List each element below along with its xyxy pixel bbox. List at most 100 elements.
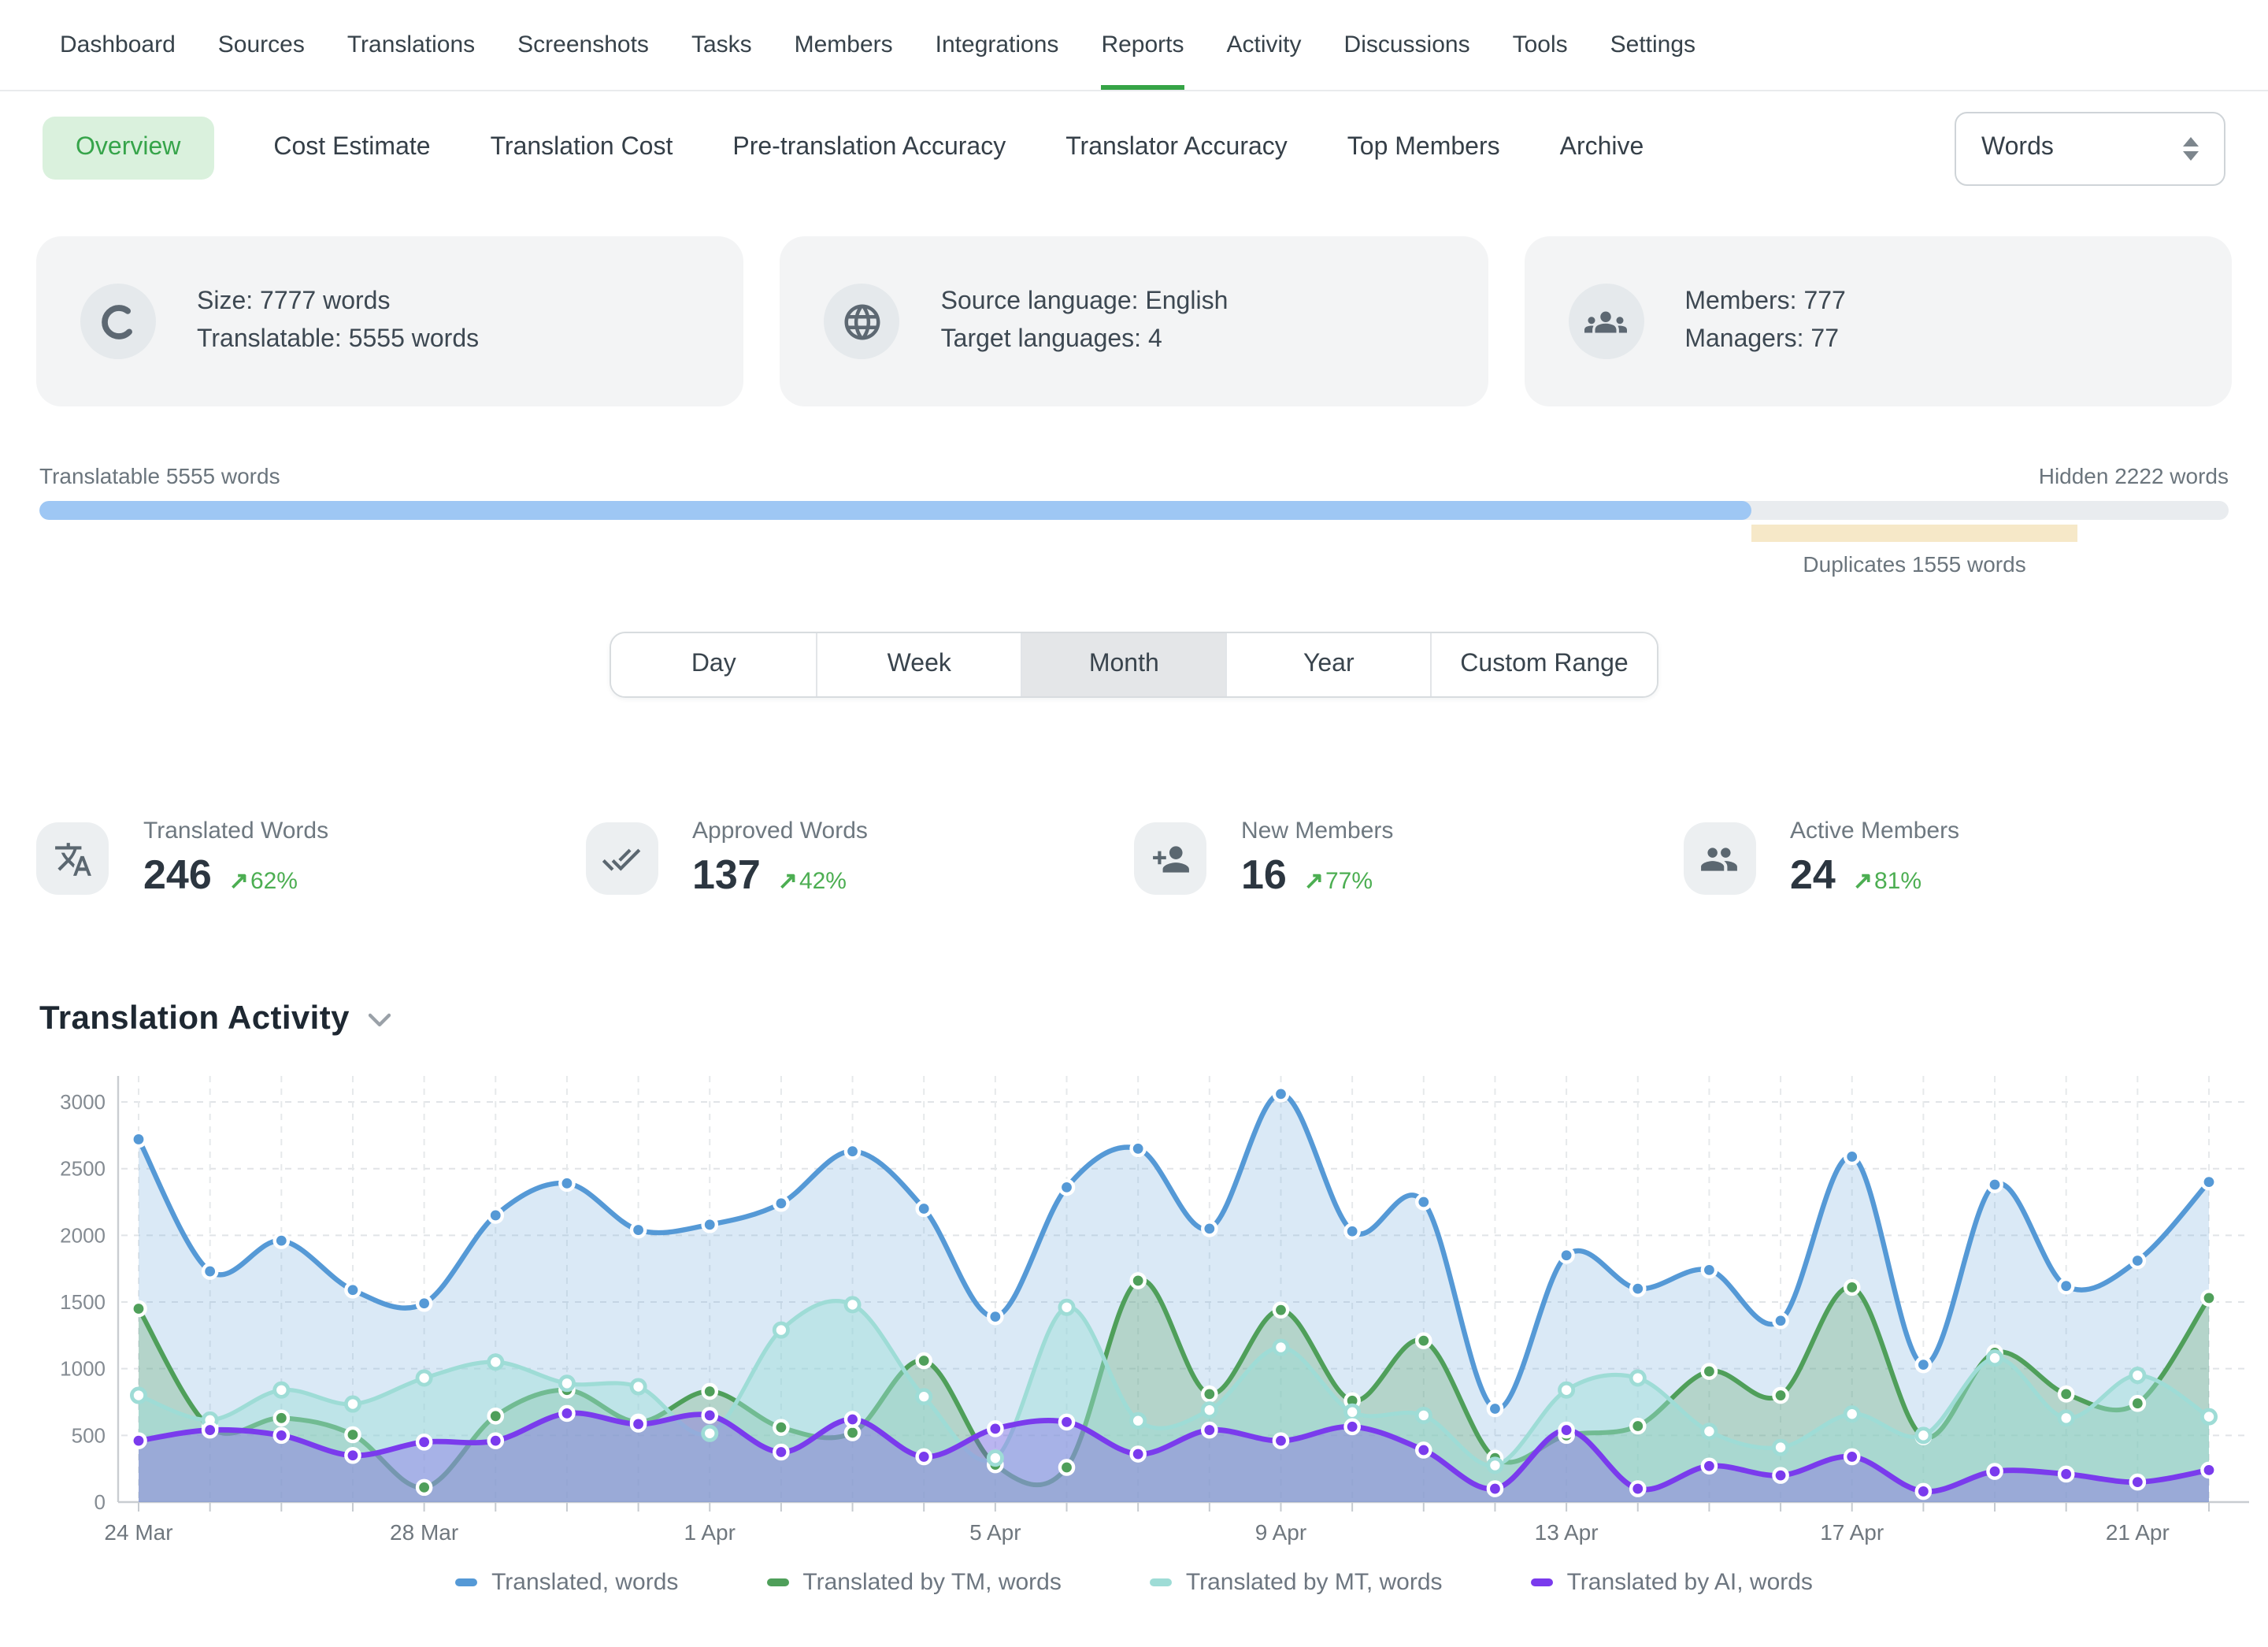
card-line-1: Members: 777 [1684,284,1846,321]
duplicates-bar [1751,525,2077,542]
nav-item-settings[interactable]: Settings [1610,0,1695,90]
unit-dropdown[interactable]: Words [1955,111,2225,185]
stat-change: ↗42% [778,866,847,895]
stat-value: 137 [692,851,761,900]
top-navigation: Dashboard Sources Translations Screenshots T… [0,0,2268,91]
nav-item-discussions[interactable]: Discussions [1344,0,1470,90]
translation-activity-chart: 0 500 1000 1500 2000 2500 3000 24 Mar 28 Mar 1 Ap… [0,1054,2268,1596]
stat-approved-words: Approved Words 137 ↗42% [585,818,1134,900]
translate-icon [36,822,109,895]
legend-translated-words[interactable]: Translated, words [455,1569,678,1596]
donut-icon [80,284,156,359]
svg-text:17 Apr: 17 Apr [1820,1520,1884,1545]
card-line-2: Translatable: 5555 words [197,321,479,359]
duplicates-label: Duplicates 1555 words [1803,551,2025,577]
legend-translated-by-mt-words[interactable]: Translated by MT, words [1150,1569,1443,1596]
trend-up-icon: ↗ [1853,868,1873,895]
svg-text:28 Mar: 28 Mar [390,1520,458,1545]
summary-card: Source language: EnglishTarget languages… [780,236,1488,406]
nav-item-tasks[interactable]: Tasks [691,0,752,90]
stat-value: 24 [1790,851,1836,900]
trend-up-icon: ↗ [778,868,798,895]
translatable-words-label: Translatable 5555 words [39,463,280,488]
people-icon [1683,822,1755,895]
globe-icon [825,284,900,359]
stat-translated-words: Translated Words 246 ↗62% [36,818,585,900]
summary-card: Members: 777Managers: 77 [1524,236,2232,406]
reports-page: Dashboard Sources Translations Screenshots T… [0,0,2268,1647]
svg-text:0: 0 [94,1490,106,1514]
words-progress: Translatable 5555 words Hidden 2222 word… [39,463,2229,578]
stat-label: Approved Words [692,818,868,844]
trend-up-icon: ↗ [1304,868,1324,895]
stat-change: ↗81% [1853,866,1922,895]
svg-text:2000: 2000 [60,1223,106,1247]
stat-new-members: New Members16↗77% [1134,818,1683,900]
translatable-progress-fill [39,501,1751,520]
svg-text:500: 500 [72,1423,106,1447]
summary-cards: Size: 7777 wordsTranslatable: 5555 words… [36,236,2232,406]
legend-marker [766,1579,788,1586]
card-line-2: Target languages: 4 [941,321,1228,359]
period-selector: DayWeekMonthYearCustom Range [610,632,1658,698]
nav-item-tools[interactable]: Tools [1513,0,1568,90]
stat-change: ↗77% [1304,866,1373,895]
nav-item-reports[interactable]: Reports [1101,0,1184,90]
select-arrows-icon [2183,136,2199,160]
card-line-1: Source language: English [941,284,1228,321]
hidden-words-label: Hidden 2222 words [2039,463,2229,488]
tab-pre-translation-accuracy[interactable]: Pre-translation Accuracy [732,134,1006,162]
nav-item-sources[interactable]: Sources [218,0,305,90]
svg-text:3000: 3000 [60,1090,106,1114]
stat-change: ↗62% [229,866,298,895]
period-custom-range[interactable]: Custom Range [1430,633,1656,696]
tab-translator-accuracy[interactable]: Translator Accuracy [1065,134,1288,162]
legend-marker [455,1579,477,1586]
period-week[interactable]: Week [816,633,1021,696]
svg-text:9 Apr: 9 Apr [1255,1520,1306,1545]
groups-icon [1568,284,1644,359]
stat-label: Translated Words [143,818,328,844]
legend-translated-by-tm-words[interactable]: Translated by TM, words [766,1569,1061,1596]
svg-text:21 Apr: 21 Apr [2106,1520,2170,1545]
svg-text:2500: 2500 [60,1157,106,1181]
card-line-2: Managers: 77 [1684,321,1846,359]
chevron-down-icon[interactable] [369,1012,391,1026]
section-title: Translation Activity [39,1000,350,1038]
svg-text:1000: 1000 [60,1357,106,1381]
legend-translated-by-ai-words[interactable]: Translated by AI, words [1531,1569,1813,1596]
legend-marker [1150,1579,1172,1586]
nav-item-screenshots[interactable]: Screenshots [517,0,649,90]
tab-cost-estimate[interactable]: Cost Estimate [273,134,430,162]
card-line-1: Size: 7777 words [197,284,479,321]
period-year[interactable]: Year [1225,633,1430,696]
stat-active-members: Active Members24↗81% [1683,818,2232,900]
legend-label: Translated, words [491,1569,678,1596]
svg-text:1 Apr: 1 Apr [684,1520,736,1545]
legend-label: Translated by MT, words [1186,1569,1443,1596]
legend-label: Translated by AI, words [1567,1569,1813,1596]
chart-legend: Translated, words Translated by TM, words… [0,1569,2268,1596]
tab-top-members[interactable]: Top Members [1347,134,1500,162]
nav-item-translations[interactable]: Translations [347,0,475,90]
unit-dropdown-value: Words [1981,134,2054,162]
svg-text:1500: 1500 [60,1290,106,1314]
nav-item-activity[interactable]: Activity [1227,0,1302,90]
summary-card: Size: 7777 wordsTranslatable: 5555 words [36,236,744,406]
stat-value: 16 [1241,851,1287,900]
nav-item-integrations[interactable]: Integrations [936,0,1059,90]
tab-translation-cost[interactable]: Translation Cost [491,134,673,162]
svg-text:13 Apr: 13 Apr [1535,1520,1599,1545]
legend-label: Translated by TM, words [802,1569,1061,1596]
activity-area-chart: 0 500 1000 1500 2000 2500 3000 24 Mar 28 Mar 1 Ap… [0,1054,2268,1558]
tab-overview[interactable]: Overview [43,117,213,180]
period-month[interactable]: Month [1021,633,1225,696]
svg-text:5 Apr: 5 Apr [969,1520,1021,1545]
period-day[interactable]: Day [611,633,816,696]
nav-item-members[interactable]: Members [795,0,893,90]
svg-text:24 Mar: 24 Mar [104,1520,172,1545]
tab-archive[interactable]: Archive [1560,134,1644,162]
nav-item-dashboard[interactable]: Dashboard [60,0,176,90]
stat-value: 246 [143,851,212,900]
stats-row: Translated Words 246 ↗62% Approved Words 137… [36,818,2232,900]
